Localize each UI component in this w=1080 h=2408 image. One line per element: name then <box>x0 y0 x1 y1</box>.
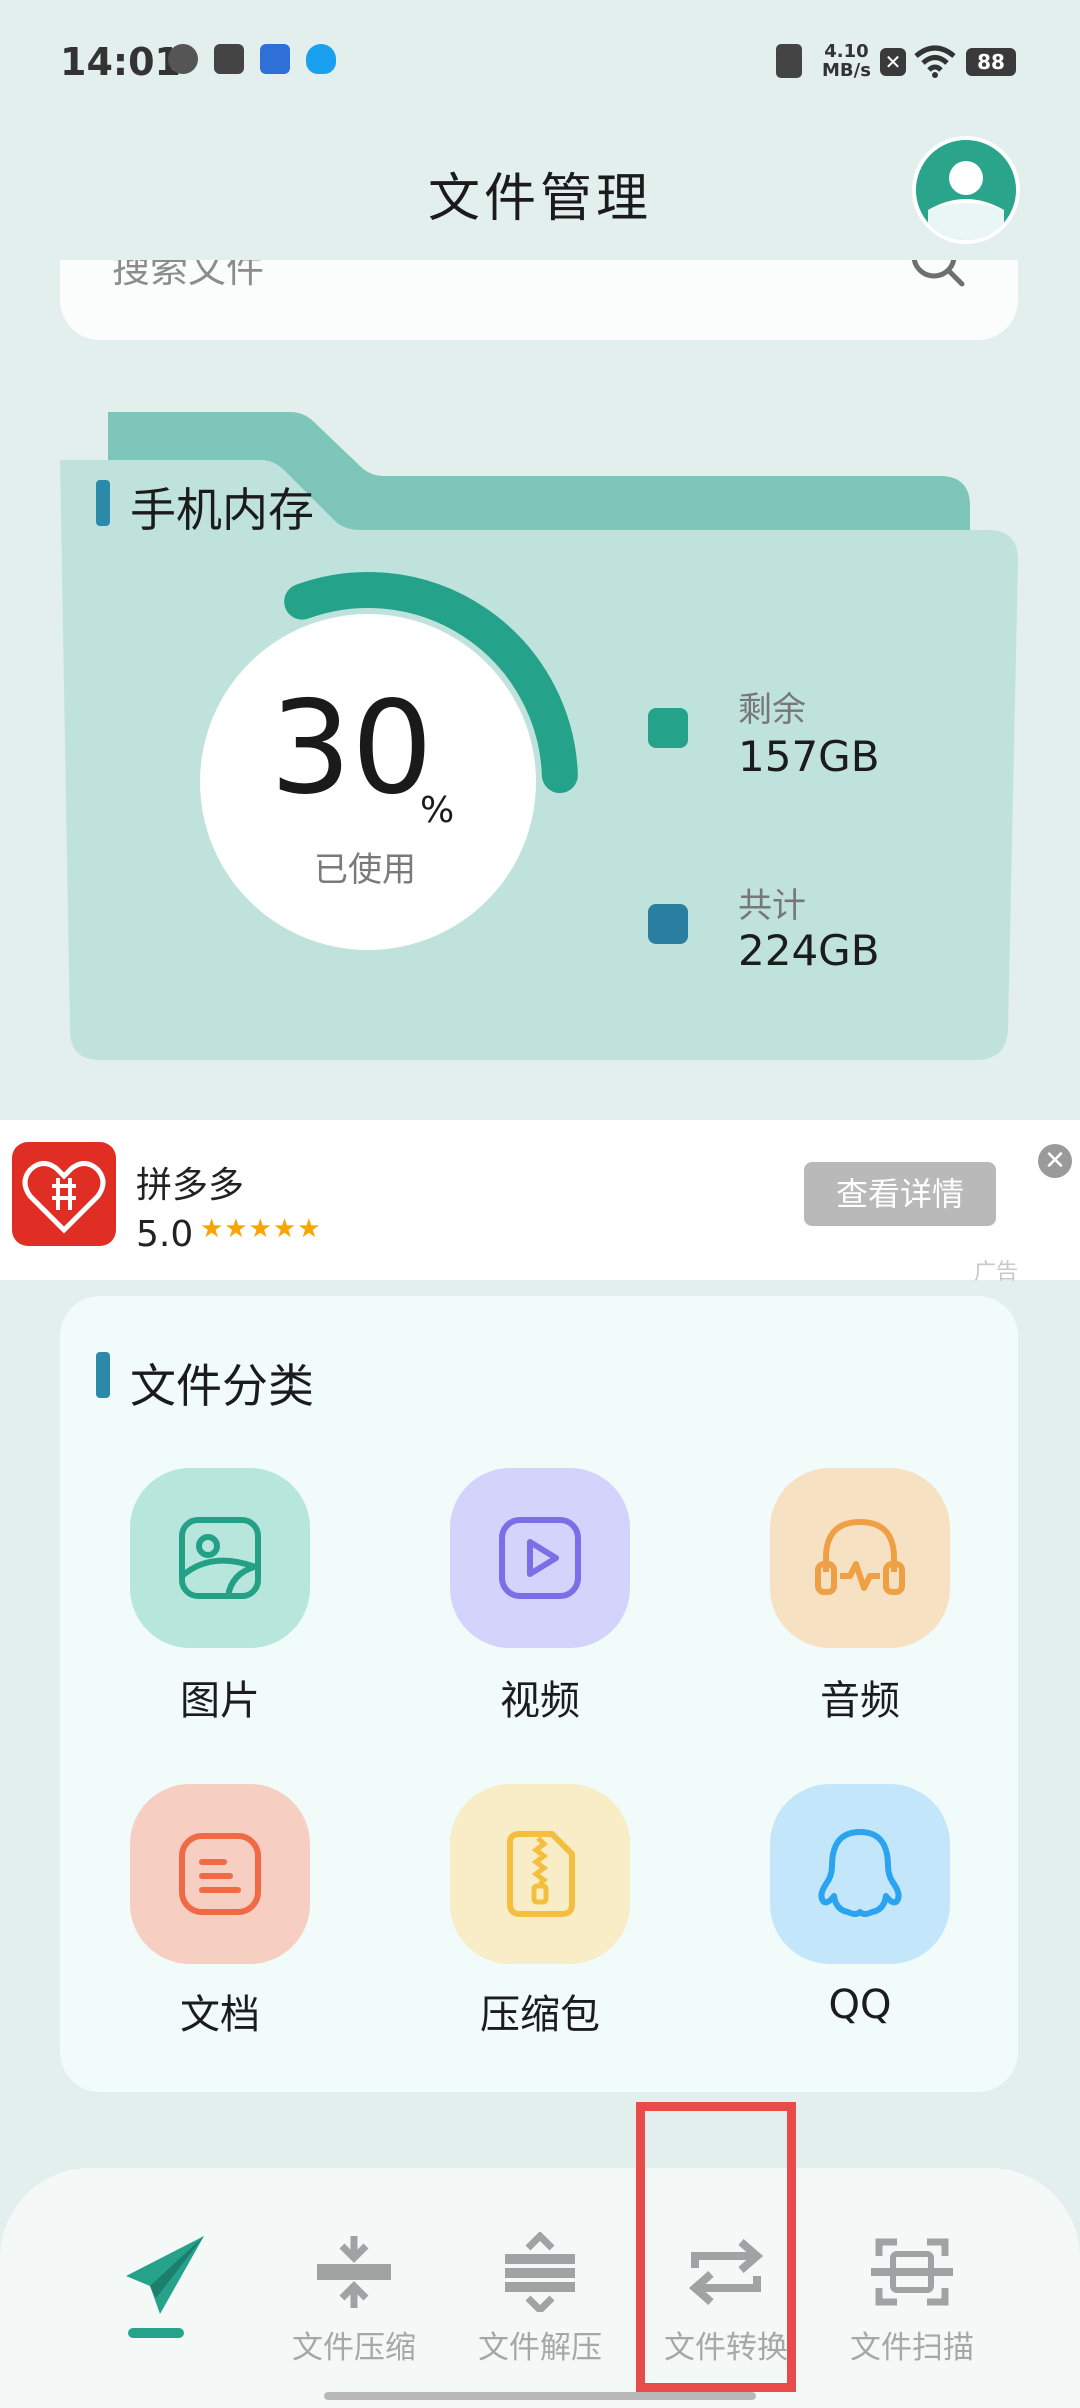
category-qq[interactable] <box>770 1784 950 1964</box>
category-archives-label: 压缩包 <box>480 1992 600 2038</box>
search-placeholder: 搜索文件 <box>112 260 265 291</box>
nav-send[interactable] <box>76 2232 256 2342</box>
mail-icon <box>214 44 244 74</box>
ad-app-logo[interactable] <box>12 1142 116 1246</box>
qq-icon <box>818 1829 902 1917</box>
archive-icon <box>507 1831 575 1917</box>
nav-decompress-label: 文件解压 <box>478 2330 602 2366</box>
category-images-label: 图片 <box>180 1678 260 1724</box>
sim-off-icon: ✕ <box>880 48 906 76</box>
category-images[interactable] <box>130 1468 310 1648</box>
network-speed-value: 4.10 <box>824 41 869 62</box>
usage-unit: % <box>420 790 455 831</box>
ad-app-name: 拼多多 <box>136 1165 245 1206</box>
vibrate-icon <box>776 44 802 78</box>
remaining-value: 157GB <box>738 732 880 781</box>
app-notification-icon <box>168 44 198 74</box>
search-input[interactable]: 搜索文件 <box>60 260 1018 340</box>
total-legend-swatch <box>648 904 688 944</box>
scan-icon <box>871 2238 953 2306</box>
category-documents-label: 文档 <box>180 1992 260 2038</box>
wifi-icon <box>914 45 956 78</box>
remaining-label: 剩余 <box>738 690 806 730</box>
remaining-legend-swatch <box>648 708 688 748</box>
nav-scan[interactable]: 文件扫描 <box>822 2232 1002 2367</box>
search-icon[interactable] <box>908 260 968 290</box>
total-value: 224GB <box>738 926 880 975</box>
category-documents[interactable] <box>130 1784 310 1964</box>
user-icon <box>916 140 1016 240</box>
category-archives[interactable] <box>450 1784 630 1964</box>
battery-icon: 88 <box>966 48 1016 76</box>
network-speed: 4.10 MB/s <box>822 42 871 80</box>
ad-stars: ★★★★★ <box>200 1214 322 1244</box>
nav-compress[interactable]: 文件压缩 <box>264 2232 444 2367</box>
ad-tag: 广告 <box>974 1260 1019 1285</box>
usage-percent: 30 <box>270 674 433 823</box>
audio-icon <box>815 1518 905 1595</box>
app-notification-icon <box>260 44 290 74</box>
total-label: 共计 <box>738 886 806 926</box>
network-speed-unit: MB/s <box>822 60 871 81</box>
ad-rating: 5.0 <box>136 1214 194 1255</box>
document-icon <box>179 1833 261 1915</box>
pinduoduo-logo-icon <box>22 1161 106 1234</box>
decompress-icon <box>505 2232 575 2312</box>
avatar[interactable] <box>912 136 1020 244</box>
status-time: 14:01 <box>60 40 181 84</box>
home-indicator <box>324 2392 756 2400</box>
nav-decompress[interactable]: 文件解压 <box>450 2232 630 2367</box>
category-videos-label: 视频 <box>500 1678 580 1724</box>
qq-notification-icon <box>306 44 336 74</box>
video-icon <box>499 1517 581 1599</box>
highlight-box <box>636 2102 796 2392</box>
category-videos[interactable] <box>450 1468 630 1648</box>
category-audio[interactable] <box>770 1468 950 1648</box>
category-title: 文件分类 <box>130 1359 314 1413</box>
nav-compress-label: 文件压缩 <box>292 2330 416 2366</box>
send-icon <box>126 2236 204 2338</box>
nav-scan-label: 文件扫描 <box>850 2330 974 2366</box>
category-title-marker <box>96 1352 110 1398</box>
compress-icon <box>317 2236 391 2308</box>
storage-title: 手机内存 <box>130 483 314 537</box>
ad-details-button[interactable]: 查看详情 <box>804 1162 996 1226</box>
storage-title-marker <box>96 480 110 526</box>
category-audio-label: 音频 <box>820 1678 900 1724</box>
usage-caption: 已使用 <box>314 850 416 890</box>
ad-close-button[interactable]: ✕ <box>1038 1144 1072 1178</box>
image-icon <box>179 1517 261 1599</box>
category-qq-label: QQ <box>828 1982 892 2028</box>
